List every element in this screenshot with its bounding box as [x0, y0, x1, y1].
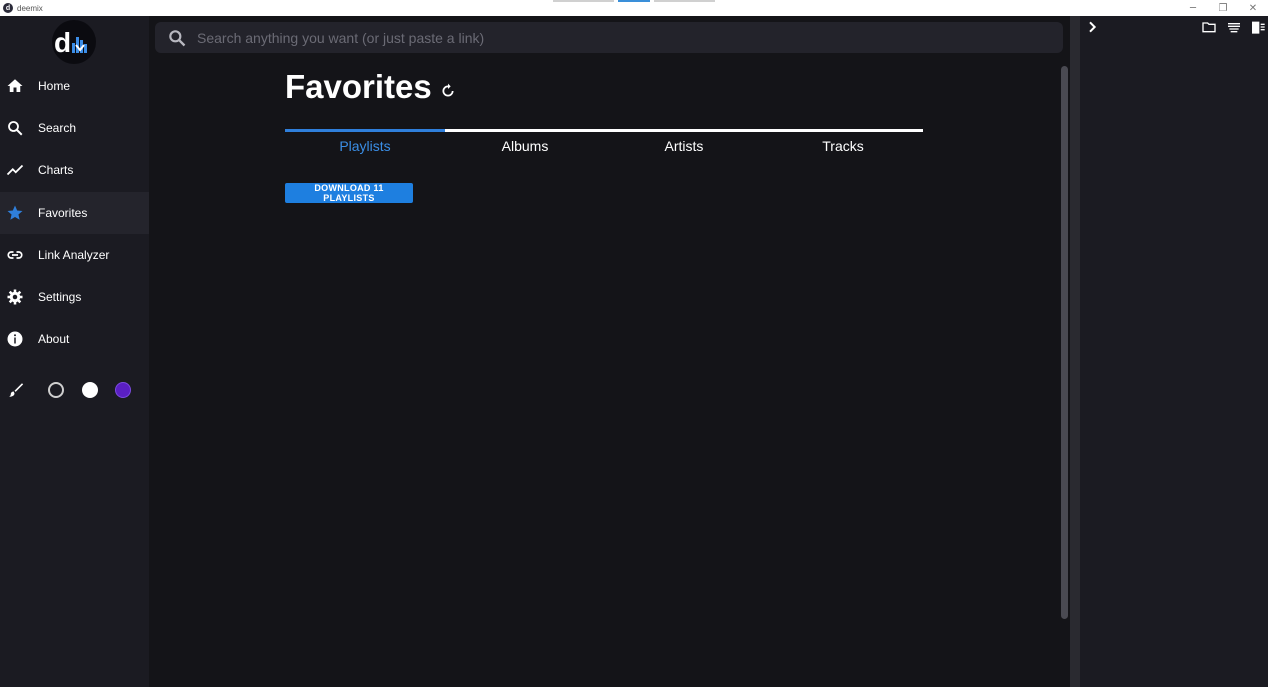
sidebar-item-charts[interactable]: Charts	[0, 149, 149, 191]
panel-divider	[1070, 16, 1080, 687]
search-icon	[6, 119, 24, 137]
restore-button[interactable]: ❐	[1208, 0, 1238, 16]
delete-queue-icon[interactable]	[1250, 19, 1266, 35]
search-bar	[155, 22, 1063, 53]
home-icon	[6, 77, 24, 95]
sidebar-item-label: Settings	[38, 290, 82, 304]
theme-selector	[0, 379, 149, 401]
sidebar-item-favorites[interactable]: Favorites	[0, 192, 149, 234]
sidebar-item-label: Link Analyzer	[38, 248, 110, 262]
chart-line-icon	[6, 161, 24, 179]
download-queue-panel	[1080, 16, 1268, 687]
tab-tracks[interactable]: Tracks	[763, 138, 923, 154]
clear-finished-icon[interactable]	[1226, 19, 1242, 35]
sidebar-item-label: Home	[38, 79, 71, 93]
svg-text:d: d	[54, 27, 71, 57]
tabs-active-indicator	[285, 129, 445, 132]
sidebar-item-label: Charts	[38, 163, 74, 177]
theme-light-option[interactable]	[82, 382, 98, 398]
tab-albums[interactable]: Albums	[445, 138, 605, 154]
chevron-right-icon[interactable]	[1084, 19, 1100, 35]
deemix-logo[interactable]: d	[52, 20, 96, 64]
sidebar-item-label: Favorites	[38, 206, 88, 220]
gear-icon	[6, 288, 24, 306]
theme-dark-option[interactable]	[48, 382, 64, 398]
page-title: Favorites	[285, 68, 432, 105]
window-title: deemix	[17, 3, 43, 13]
app-icon: d	[3, 3, 13, 13]
folder-icon[interactable]	[1201, 19, 1217, 35]
close-button[interactable]: ✕	[1238, 0, 1268, 16]
sidebar-item-link-analyzer[interactable]: Link Analyzer	[0, 234, 149, 276]
tab-playlists[interactable]: Playlists	[285, 138, 445, 154]
scrollbar-thumb[interactable]	[1061, 66, 1068, 619]
info-icon	[6, 330, 24, 348]
tab-indicator	[553, 0, 715, 2]
sidebar-item-label: Search	[38, 121, 77, 135]
download-playlists-button[interactable]: DOWNLOAD 11 PLAYLISTS	[285, 183, 413, 203]
sidebar: d Home Search Charts Favorites Link Anal…	[0, 16, 149, 687]
minimize-button[interactable]: ─	[1178, 0, 1208, 16]
paint-brush-icon	[9, 383, 24, 397]
main-scrollbar[interactable]	[1061, 66, 1070, 621]
star-icon	[6, 204, 24, 222]
window-titlebar: d deemix ─ ❐ ✕	[0, 0, 1268, 16]
favorites-tabs: Playlists Albums Artists Tracks	[285, 129, 923, 163]
tab-artists[interactable]: Artists	[604, 138, 764, 154]
window-controls: ─ ❐ ✕	[1178, 0, 1268, 16]
sidebar-item-settings[interactable]: Settings	[0, 276, 149, 318]
sidebar-item-label: About	[38, 332, 70, 346]
logo-icon: d	[54, 27, 87, 57]
search-input[interactable]	[195, 28, 1063, 47]
sidebar-item-search[interactable]: Search	[0, 107, 149, 149]
refresh-icon[interactable]	[440, 83, 456, 99]
main-content: Favorites Playlists Albums Artists Track…	[149, 16, 1070, 687]
theme-purple-option[interactable]	[115, 382, 131, 398]
sidebar-item-home[interactable]: Home	[0, 65, 149, 107]
link-icon	[6, 246, 24, 264]
search-icon	[169, 29, 186, 46]
sidebar-item-about[interactable]: About	[0, 318, 149, 360]
